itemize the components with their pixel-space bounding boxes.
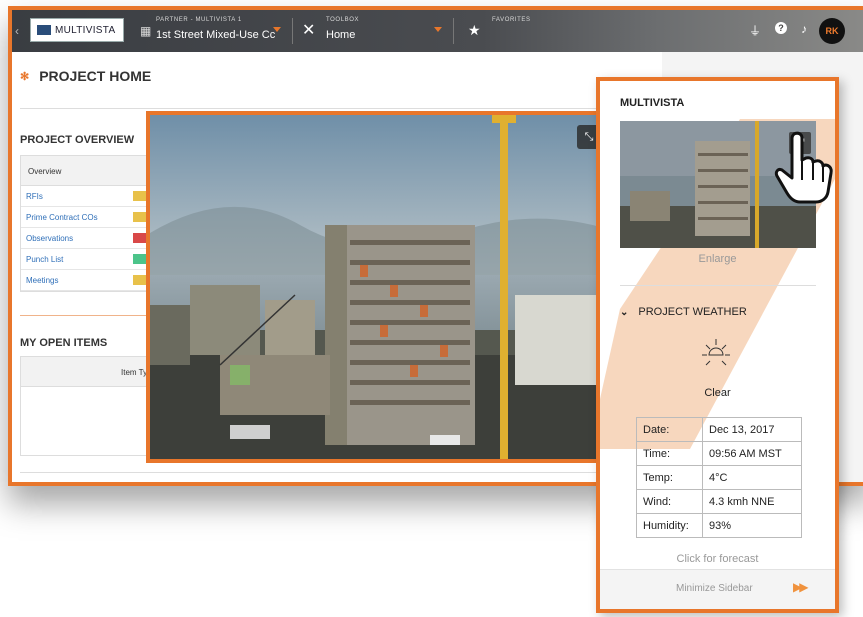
project-weather-toggle[interactable]: ⌄ PROJECT WEATHER bbox=[620, 306, 747, 318]
overview-row-punch-list[interactable]: Punch List bbox=[21, 249, 153, 270]
help-icon[interactable]: ? bbox=[775, 22, 787, 34]
weather-table: Date: Dec 13, 2017 Time: 09:56 AM MST Te… bbox=[636, 417, 802, 538]
overview-row-meetings[interactable]: Meetings bbox=[21, 270, 153, 291]
weather-value: 93% bbox=[702, 513, 802, 538]
weather-value: 4°C bbox=[702, 465, 802, 490]
screenshot-stage: ‹ MULTIVISTA ▦ PARTNER - MULTIVISTA 1 1s… bbox=[0, 0, 863, 617]
open-items-table: Item Ty bbox=[20, 356, 160, 456]
construction-site-photo bbox=[150, 115, 611, 459]
weather-row-humidity: Humidity: 93% bbox=[636, 513, 802, 538]
hand-pointer-icon bbox=[774, 131, 833, 204]
open-items-table-header: Item Ty bbox=[21, 357, 159, 387]
weather-value: 4.3 kmh NNE bbox=[702, 489, 802, 514]
weather-row-temp: Temp: 4°C bbox=[636, 465, 802, 490]
overview-row-prime-contract-cos[interactable]: Prime Contract COs bbox=[21, 207, 153, 228]
toolbox-dropdown-icon[interactable] bbox=[434, 27, 442, 32]
separator bbox=[453, 18, 454, 44]
sun-icon bbox=[702, 339, 730, 366]
topbar-icons: ⏚ ? ♪ bbox=[749, 22, 807, 39]
project-name: 1st Street Mixed-Use Cc bbox=[156, 29, 276, 41]
top-navigation-bar: ‹ MULTIVISTA ▦ PARTNER - MULTIVISTA 1 1s… bbox=[12, 10, 863, 52]
weather-value: 09:56 AM MST bbox=[702, 441, 802, 466]
weather-row-wind: Wind: 4.3 kmh NNE bbox=[636, 489, 802, 514]
minimize-sidebar-link[interactable]: Minimize Sidebar bbox=[676, 583, 753, 594]
overview-row-rfis[interactable]: RFIs bbox=[21, 186, 153, 207]
weather-row-time: Time: 09:56 AM MST bbox=[636, 441, 802, 466]
overview-row-observations[interactable]: Observations bbox=[21, 228, 153, 249]
building-icon: ▦ bbox=[140, 24, 152, 38]
divider bbox=[20, 108, 660, 109]
overview-row-label[interactable]: Prime Contract COs bbox=[26, 213, 98, 222]
overview-row-label[interactable]: Punch List bbox=[26, 255, 63, 264]
weather-label: Humidity: bbox=[636, 513, 703, 538]
project-overview-title: PROJECT OVERVIEW bbox=[20, 134, 135, 146]
overview-table: Overview RFIs Prime Contract COs Observa… bbox=[20, 155, 153, 292]
weather-label: Date: bbox=[636, 417, 703, 442]
overview-row-label[interactable]: Meetings bbox=[26, 276, 58, 285]
overview-row-label[interactable]: Observations bbox=[26, 234, 73, 243]
logo-text: MULTIVISTA bbox=[55, 24, 116, 36]
back-chevron-icon[interactable]: ‹ bbox=[12, 10, 22, 52]
weather-label: Temp: bbox=[636, 465, 703, 490]
favorites-menu[interactable]: ★ FAVORITES bbox=[468, 10, 588, 52]
star-icon: ★ bbox=[468, 22, 481, 38]
chevron-down-icon: ⌄ bbox=[620, 306, 629, 318]
project-selector[interactable]: ▦ PARTNER - MULTIVISTA 1 1st Street Mixe… bbox=[140, 10, 300, 52]
forecast-link[interactable]: Click for forecast bbox=[600, 553, 835, 565]
weather-row-date: Date: Dec 13, 2017 bbox=[636, 417, 802, 442]
enlarge-link[interactable]: Enlarge bbox=[600, 253, 835, 265]
tools-icon: ✕ bbox=[302, 22, 316, 39]
toolbox-value: Home bbox=[326, 29, 356, 41]
divider bbox=[620, 285, 816, 286]
enlarged-camera-photo[interactable]: ⤡ bbox=[146, 111, 615, 463]
logo-mark-icon bbox=[37, 25, 51, 35]
gear-icon: ✻ bbox=[20, 70, 30, 83]
weather-condition: Clear bbox=[704, 387, 731, 399]
user-avatar[interactable]: RK bbox=[819, 18, 845, 44]
project-dropdown-icon[interactable] bbox=[273, 27, 281, 32]
multivista-logo[interactable]: MULTIVISTA bbox=[30, 18, 124, 42]
fast-forward-icon[interactable]: ▶▶ bbox=[793, 580, 809, 594]
favorites-label: FAVORITES bbox=[492, 17, 531, 23]
sidebar-brand: MULTIVISTA bbox=[620, 97, 685, 109]
weather-label: Wind: bbox=[636, 489, 703, 514]
weather-title: PROJECT WEATHER bbox=[638, 306, 747, 318]
weather-value: Dec 13, 2017 bbox=[702, 417, 802, 442]
separator bbox=[292, 18, 293, 44]
weather-label: Time: bbox=[636, 441, 703, 466]
toolbox-selector[interactable]: ✕ TOOLBOX Home bbox=[302, 10, 462, 52]
page-title-text: PROJECT HOME bbox=[39, 68, 152, 84]
overview-row-label[interactable]: RFIs bbox=[26, 192, 43, 201]
toolbox-label: TOOLBOX bbox=[326, 17, 360, 23]
plug-icon[interactable]: ⏚ bbox=[749, 22, 761, 39]
sidebar-footer: Minimize Sidebar ▶▶ bbox=[600, 569, 835, 609]
partner-label: PARTNER - MULTIVISTA 1 bbox=[156, 17, 242, 23]
bell-icon[interactable]: ♪ bbox=[801, 22, 807, 39]
page-title: ✻ PROJECT HOME bbox=[20, 68, 151, 84]
my-open-items-title: MY OPEN ITEMS bbox=[20, 337, 108, 349]
divider bbox=[20, 472, 660, 473]
overview-table-header: Overview bbox=[21, 156, 149, 186]
